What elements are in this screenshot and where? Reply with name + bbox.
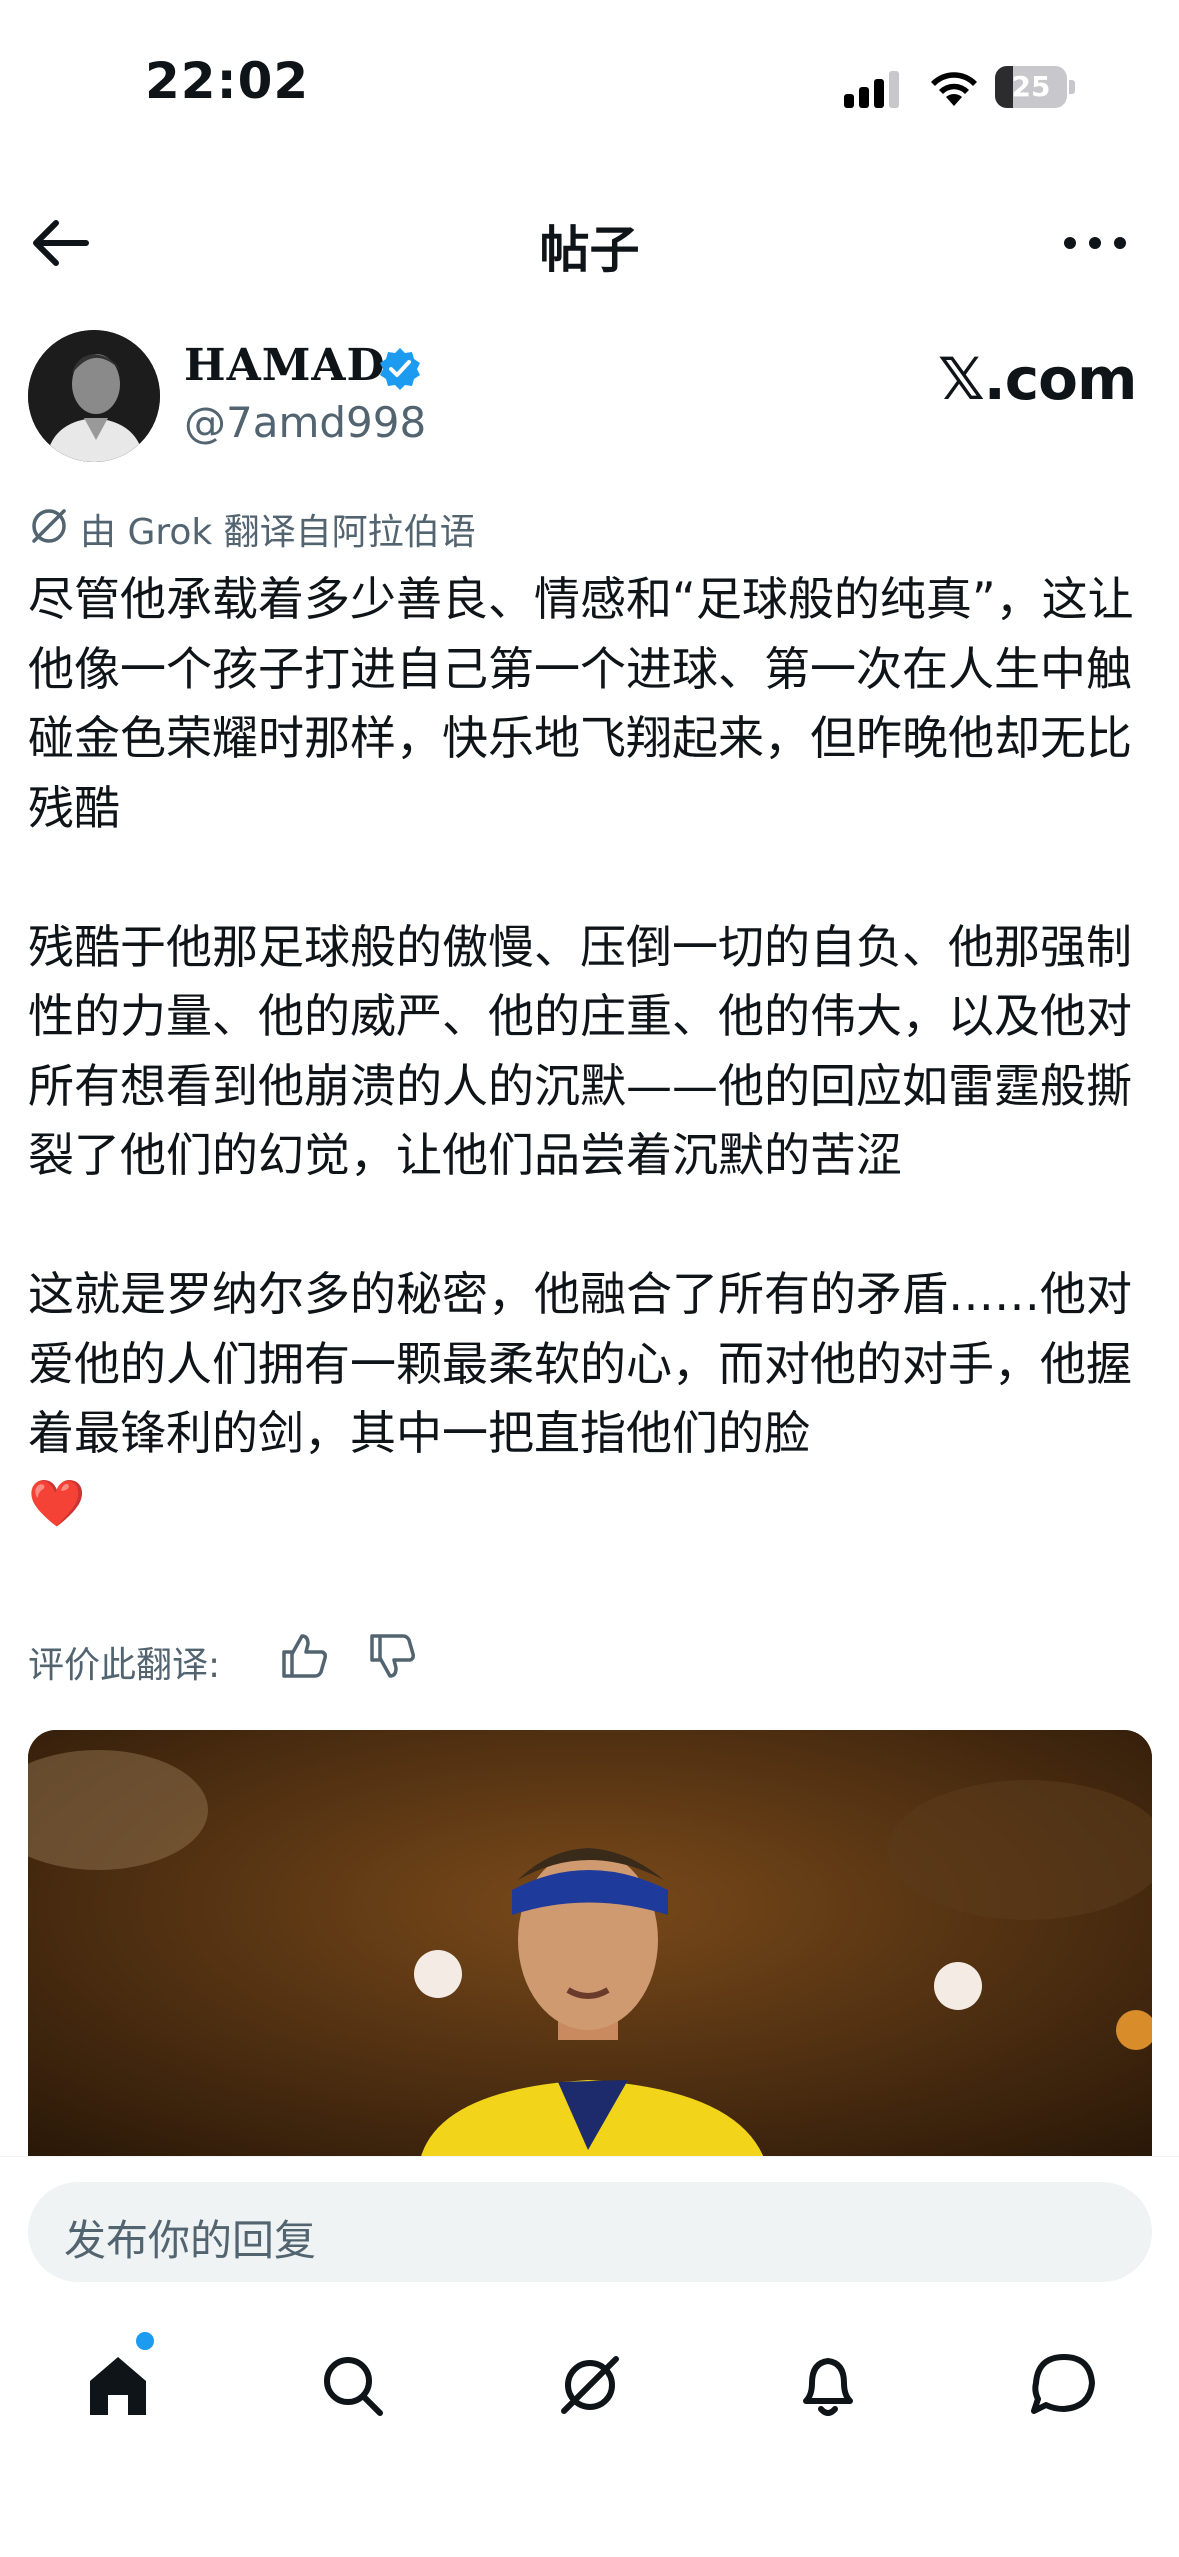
grok-icon [561, 2356, 619, 2414]
post-image[interactable] [28, 1730, 1152, 2170]
x-logo-watermark: 𝕏.com [938, 345, 1137, 413]
avatar[interactable] [28, 330, 160, 462]
thumbs-down-icon[interactable] [366, 1630, 418, 1682]
thumbs-up-icon[interactable] [278, 1630, 330, 1682]
tab-home[interactable] [78, 2345, 158, 2425]
page-title: 帖子 [539, 221, 640, 279]
post-photo [28, 1730, 1152, 2170]
author-name[interactable]: HAMAD [184, 340, 386, 391]
tab-grok[interactable] [550, 2345, 630, 2425]
reply-placeholder: 发布你的回复 [64, 2216, 317, 2265]
translated-by-grok-label[interactable]: 由 Grok 翻译自阿拉伯语 [80, 503, 476, 555]
verified-badge-icon [380, 348, 420, 390]
post-text: 尽管他承载着多少善良、情感和“足球般的纯真”，这让他像一个孩子打进自己第一个进球… [28, 572, 1134, 1530]
status-time: 22:02 [145, 52, 310, 110]
tab-messages[interactable] [1024, 2345, 1104, 2425]
messages-icon [1031, 2354, 1095, 2414]
battery-indicator: 25 [995, 66, 1077, 108]
notifications-icon [803, 2358, 853, 2416]
author-handle[interactable]: @7amd998 [184, 398, 426, 447]
wifi-icon [931, 72, 977, 106]
battery-percent: 25 [1011, 70, 1051, 103]
rate-translation-label: 评价此翻译: [28, 1645, 221, 1686]
avatar-portrait-image [28, 330, 160, 462]
tab-notifications[interactable] [788, 2345, 868, 2425]
home-icon [90, 2357, 146, 2415]
search-icon [324, 2357, 383, 2416]
new-content-dot [136, 2332, 154, 2350]
grok-icon [32, 509, 66, 543]
cellular-signal-icon [844, 71, 899, 108]
tab-search[interactable] [312, 2345, 392, 2425]
more-options-icon[interactable] [1060, 225, 1130, 261]
